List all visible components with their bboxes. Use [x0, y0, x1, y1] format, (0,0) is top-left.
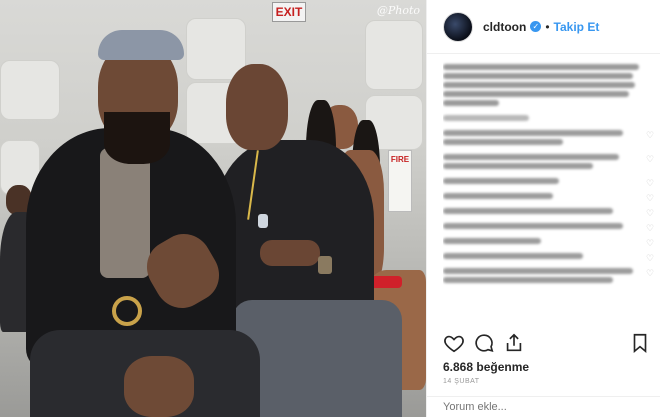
post-date[interactable]: 14 ŞUBAT: [443, 378, 480, 385]
comment-item: ♡: [443, 253, 655, 263]
comments-list[interactable]: ♡ ♡ ♡ ♡ ♡ ♡ ♡ ♡ ♡: [443, 56, 655, 328]
follow-button[interactable]: Takip Et: [554, 20, 600, 34]
comment-item: ♡: [443, 178, 655, 188]
photo-watermark: @Photo: [376, 4, 420, 17]
header-separator: •: [545, 19, 550, 34]
post-side-panel: cldtoon ✓ • Takip Et ♡ ♡ ♡ ♡ ♡ ♡ ♡ ♡ ♡ 6…: [426, 0, 660, 417]
comment-icon[interactable]: [473, 332, 495, 354]
comment-like-icon[interactable]: ♡: [646, 209, 655, 218]
comment-item: ♡: [443, 238, 655, 248]
post-actions: [443, 332, 653, 356]
comment-like-icon[interactable]: ♡: [646, 269, 655, 278]
comment-item: ♡: [443, 208, 655, 218]
username-link[interactable]: cldtoon: [483, 20, 526, 34]
wall-panel: [0, 60, 60, 120]
heart-icon[interactable]: [443, 332, 465, 354]
post-header: cldtoon ✓ • Takip Et: [427, 0, 660, 54]
comment-like-icon[interactable]: ♡: [646, 194, 655, 203]
view-all-comments[interactable]: [443, 115, 655, 121]
comment-item: ♡: [443, 223, 655, 233]
wall-panel: [365, 20, 423, 90]
comment-like-icon[interactable]: ♡: [646, 131, 655, 140]
share-icon[interactable]: [503, 332, 525, 354]
verified-badge-icon: ✓: [530, 21, 542, 32]
comment-like-icon[interactable]: ♡: [646, 239, 655, 248]
comment-item: ♡: [443, 130, 655, 145]
comment-item: ♡: [443, 154, 655, 169]
exit-sign: EXIT: [272, 2, 306, 22]
comment-item: ♡: [443, 268, 655, 283]
comment-like-icon[interactable]: ♡: [646, 179, 655, 188]
post-photo: EXIT @Photo FIRE: [0, 0, 426, 417]
comment-box: [427, 396, 660, 417]
comment-like-icon[interactable]: ♡: [646, 224, 655, 233]
comment-item: ♡: [443, 193, 655, 203]
profile-avatar[interactable]: [443, 11, 473, 42]
comment-like-icon[interactable]: ♡: [646, 254, 655, 263]
fire-sign: FIRE: [388, 150, 412, 212]
caption: [443, 64, 655, 106]
comment-input[interactable]: [427, 397, 660, 417]
likes-count[interactable]: 6.868 beğenme: [443, 360, 529, 374]
comment-like-icon[interactable]: ♡: [646, 155, 655, 164]
bookmark-icon[interactable]: [629, 332, 651, 354]
